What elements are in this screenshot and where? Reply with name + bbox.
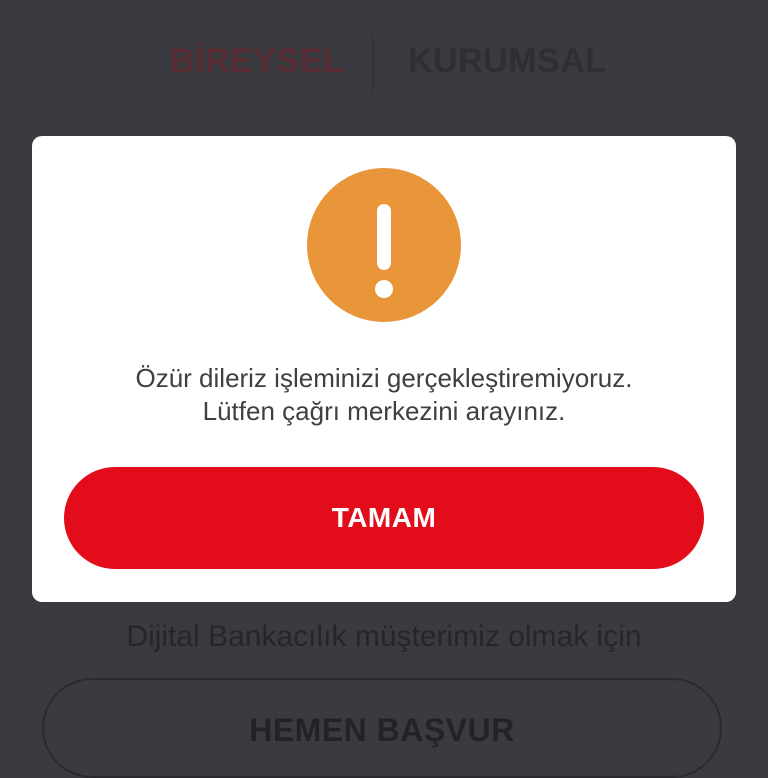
exclamation-dot: [375, 280, 393, 298]
tab-bireysel[interactable]: BİREYSEL: [170, 42, 344, 81]
exclamation-icon: [307, 168, 461, 322]
digital-banking-caption: Dijital Bankacılık müşterimiz olmak için: [126, 620, 642, 653]
exclamation-bar: [377, 204, 391, 270]
apply-now-button[interactable]: HEMEN BAŞVUR: [42, 678, 722, 778]
error-message-line-2: Lütfen çağrı merkezini arayınız.: [202, 396, 566, 426]
ok-button[interactable]: TAMAM: [64, 467, 704, 569]
tab-kurumsal[interactable]: KURUMSAL: [408, 42, 607, 81]
error-message: Özür dileriz işleminizi gerçekleştiremiy…: [32, 362, 736, 428]
segment-tabs: BİREYSEL KURUMSAL: [0, 36, 768, 92]
error-dialog: Özür dileriz işleminizi gerçekleştiremiy…: [32, 136, 736, 602]
error-message-line-1: Özür dileriz işleminizi gerçekleştiremiy…: [135, 363, 633, 393]
tab-divider: [372, 36, 374, 92]
